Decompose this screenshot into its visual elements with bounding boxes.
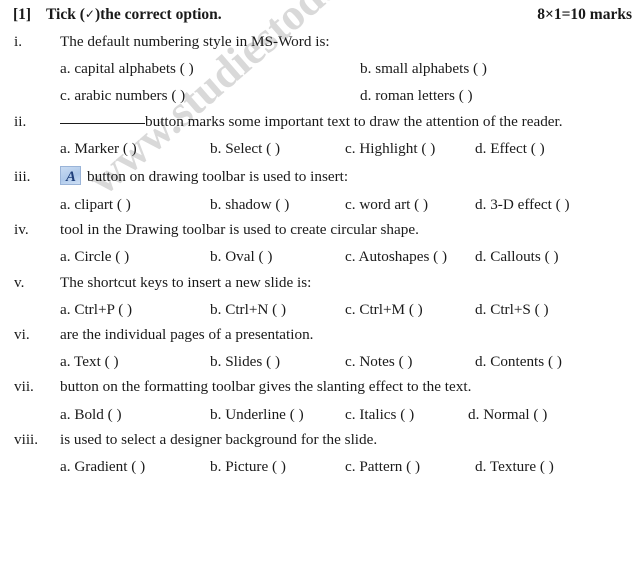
option-d[interactable]: d. Effect ( ) [475,141,545,156]
question-stem: vii. button on the formatting toolbar gi… [0,379,641,394]
question-stem: iv. tool in the Drawing toolbar is used … [0,222,641,237]
question-header: [1] Tick (✓)the correct option. 8×1=10 m… [0,0,641,24]
question-stem: viii. is used to select a designer backg… [0,432,641,447]
option-a[interactable]: a. Ctrl+P ( ) [60,302,210,317]
question-numeral: viii. [14,430,39,448]
option-a[interactable]: a. Gradient ( ) [60,459,210,474]
option-row: a. Circle ( ) b. Oval ( ) c. Autoshapes … [0,249,641,264]
question-stem: v. The shortcut keys to insert a new sli… [0,273,641,291]
option-b[interactable]: b. Picture ( ) [210,459,345,474]
question-numeral: iii. [14,168,31,186]
question-text: The default numbering style in MS-Word i… [60,33,330,50]
question-item-v: v. The shortcut keys to insert a new sli… [0,273,641,317]
question-text-body: button marks some important text to draw… [145,112,563,130]
option-a[interactable]: a. Bold ( ) [60,406,210,422]
option-c[interactable]: c. Highlight ( ) [345,141,475,156]
option-row: a. Gradient ( ) b. Picture ( ) c. Patter… [0,459,641,474]
question-item-iii: iii. Abutton on drawing toolbar is used … [0,166,641,212]
marks-label: 8×1=10 marks [537,6,632,23]
question-stem: vi. are the individual pages of a presen… [0,327,641,342]
question-numeral: iv. [14,221,29,239]
option-b[interactable]: b. Slides ( ) [210,354,345,369]
option-c[interactable]: c. arabic numbers ( ) [60,88,360,103]
question-numeral: i. [14,33,23,50]
option-b[interactable]: b. Underline ( ) [210,406,345,422]
question-text: are the individual pages of a presentati… [60,326,314,344]
option-c[interactable]: c. Autoshapes ( ) [345,249,475,264]
question-numeral: vii. [14,378,34,396]
question-text: button on the formatting toolbar gives t… [60,378,472,396]
option-row: c. arabic numbers ( ) d. roman letters (… [0,88,641,103]
worksheet-page: www.studiestoday.com [1] Tick (✓)the cor… [0,0,641,585]
option-d[interactable]: d. Contents ( ) [475,354,562,369]
option-row: a. Text ( ) b. Slides ( ) c. Notes ( ) d… [0,354,641,369]
question-number: [1] [13,6,32,23]
question-text-body: button on drawing toolbar is used to ins… [87,168,349,186]
question-text: tool in the Drawing toolbar is used to c… [60,221,419,239]
question-item-vii: vii. button on the formatting toolbar gi… [0,379,641,422]
option-a[interactable]: a. capital alphabets ( ) [60,61,360,76]
option-d[interactable]: d. Ctrl+S ( ) [475,302,549,317]
option-row: a. Ctrl+P ( ) b. Ctrl+N ( ) c. Ctrl+M ( … [0,302,641,317]
question-text: button marks some important text to draw… [60,114,641,129]
option-d[interactable]: d. Callouts ( ) [475,249,559,264]
option-d[interactable]: d. roman letters ( ) [360,88,473,103]
option-row: a. clipart ( ) b. shadow ( ) c. word art… [0,197,641,212]
option-b[interactable]: b. shadow ( ) [210,197,345,212]
option-a[interactable]: a. Text ( ) [60,354,210,369]
option-b[interactable]: b. small alphabets ( ) [360,61,487,76]
question-text: is used to select a designer background … [60,430,378,448]
option-c[interactable]: c. Italics ( ) [345,406,468,422]
option-a[interactable]: a. Marker ( ) [60,141,210,156]
question-item-ii: ii. button marks some important text to … [0,112,641,156]
option-b[interactable]: b. Select ( ) [210,141,345,156]
check-icon: ✓ [84,7,95,21]
option-c[interactable]: c. Pattern ( ) [345,459,475,474]
question-stem: i. The default numbering style in MS-Wor… [0,34,641,49]
option-a[interactable]: a. clipart ( ) [60,197,210,212]
option-row: a. Marker ( ) b. Select ( ) c. Highlight… [0,141,641,156]
option-c[interactable]: c. Notes ( ) [345,354,475,369]
worksheet-content: [1] Tick (✓)the correct option. 8×1=10 m… [0,0,641,474]
instruction-suffix: )the correct option. [94,6,222,23]
option-row: a. capital alphabets ( ) b. small alphab… [0,61,641,76]
question-item-viii: viii. is used to select a designer backg… [0,432,641,475]
option-c[interactable]: c. word art ( ) [345,197,475,212]
option-d[interactable]: d. 3-D effect ( ) [475,197,570,212]
wordart-icon: A [60,166,81,186]
question-numeral: ii. [14,112,27,130]
question-stem: iii. Abutton on drawing toolbar is used … [0,166,641,186]
option-row: a. Bold ( ) b. Underline ( ) c. Italics … [0,406,641,422]
option-b[interactable]: b. Ctrl+N ( ) [210,302,345,317]
question-item-vi: vi. are the individual pages of a presen… [0,327,641,370]
question-item-iv: iv. tool in the Drawing toolbar is used … [0,222,641,265]
question-text: Abutton on drawing toolbar is used to in… [60,166,641,186]
option-b[interactable]: b. Oval ( ) [210,249,345,264]
instruction-text: Tick (✓)the correct option. [46,6,222,24]
svg-text:A: A [65,169,76,185]
option-c[interactable]: c. Ctrl+M ( ) [345,302,475,317]
question-numeral: vi. [14,326,30,344]
option-d[interactable]: d. Texture ( ) [475,459,554,474]
option-a[interactable]: a. Circle ( ) [60,249,210,264]
question-stem: ii. button marks some important text to … [0,112,641,130]
question-item-i: i. The default numbering style in MS-Wor… [0,34,641,104]
instruction-prefix: Tick ( [46,6,85,23]
option-d[interactable]: d. Normal ( ) [468,406,547,422]
question-numeral: v. [14,273,25,291]
question-text: The shortcut keys to insert a new slide … [60,273,312,291]
fill-in-blank[interactable] [60,122,145,124]
